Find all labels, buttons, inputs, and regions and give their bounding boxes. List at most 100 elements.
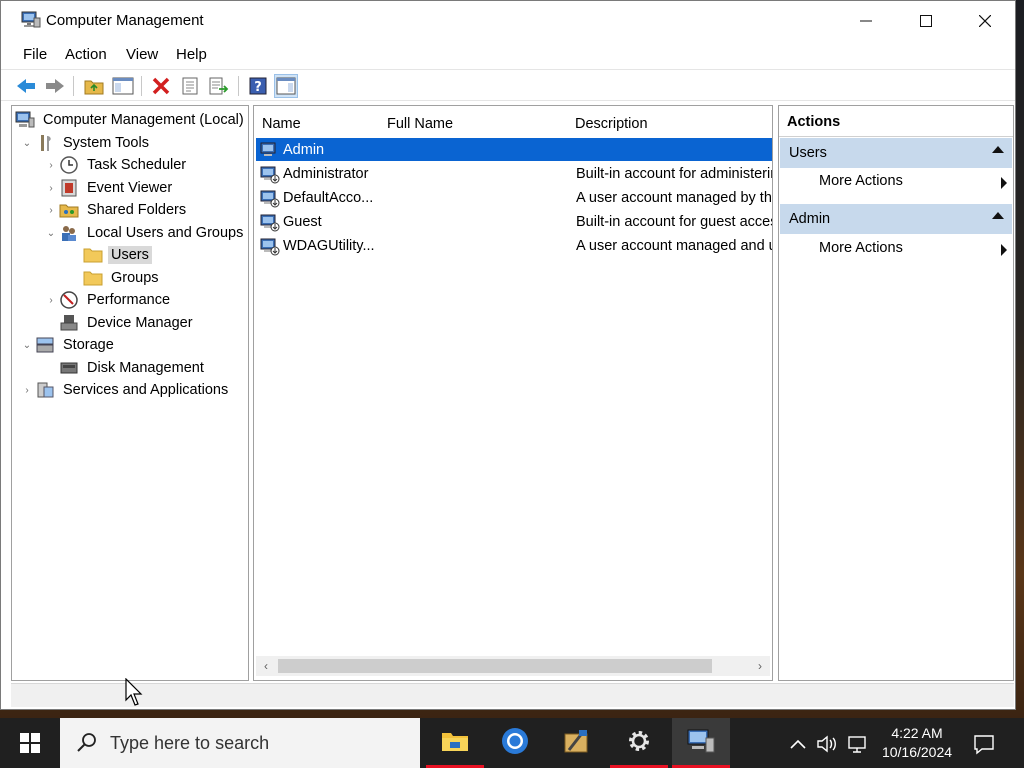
more-actions-admin[interactable]: More Actions [819,236,1011,262]
folder-icon [82,268,104,288]
tree-services-apps[interactable]: › Services and Applications [20,379,231,401]
taskbar-settings[interactable] [610,718,668,768]
tree-disk-management[interactable]: Disk Management [44,357,207,379]
mouse-cursor-icon [125,677,145,712]
event-viewer-icon [58,178,80,198]
row-description: Built-in account for administering the c… [576,165,772,182]
chevron-right-icon[interactable]: › [44,160,58,171]
folder-icon [82,245,104,265]
taskbar-search[interactable]: Type here to search [60,718,420,768]
notifications-icon[interactable] [972,732,996,756]
column-description[interactable]: Description [575,116,648,132]
tree-system-tools[interactable]: ⌄ System Tools [20,132,152,154]
title-bar[interactable]: Computer Management [1,1,1015,41]
show-hide-action-pane-icon[interactable] [274,74,298,98]
export-list-icon[interactable] [207,74,231,98]
tree-storage-label: Storage [63,337,114,353]
help-icon[interactable]: ? [246,74,270,98]
tree-groups[interactable]: Groups [68,267,162,289]
window-title: Computer Management [46,12,204,29]
search-icon [76,732,98,758]
tree-local-users-groups-label: Local Users and Groups [87,225,244,241]
tree-performance[interactable]: › Performance [44,289,173,311]
show-hidden-icons-chevron-up-icon[interactable] [786,732,810,756]
tree-local-users-groups[interactable]: ⌄ Local Users and Groups [44,222,246,244]
menu-view[interactable]: View [126,46,158,63]
collapse-up-icon[interactable] [992,212,1004,219]
tree-task-scheduler-label: Task Scheduler [87,157,187,173]
table-row[interactable]: DefaultAcco... A user account managed by… [256,186,772,209]
menu-file[interactable]: File [23,46,47,63]
tree-event-viewer[interactable]: › Event Viewer [44,177,175,199]
taskbar-app-3[interactable] [548,718,606,768]
search-placeholder: Type here to search [110,732,270,753]
taskbar-computer-management[interactable] [672,718,730,768]
minimize-button[interactable] [837,1,895,41]
network-icon[interactable] [846,732,870,756]
table-row[interactable]: Admin [256,138,772,161]
collapse-up-icon[interactable] [992,146,1004,153]
actions-section-admin[interactable]: Admin [780,204,1012,234]
start-button[interactable] [0,718,60,768]
menu-action[interactable]: Action [65,46,107,63]
tree-device-manager[interactable]: Device Manager [44,312,196,334]
up-folder-icon[interactable] [82,74,106,98]
menu-help[interactable]: Help [176,46,207,63]
tree-disk-management-label: Disk Management [87,360,204,376]
tree-users-label: Users [108,246,152,264]
tree-shared-folders-label: Shared Folders [87,202,187,218]
table-row[interactable]: Guest Built-in account for guest access … [256,210,772,233]
properties-icon[interactable] [178,74,202,98]
tree-event-viewer-label: Event Viewer [87,180,173,196]
maximize-button[interactable] [897,1,955,41]
table-row[interactable]: WDAGUtility... A user account managed an… [256,234,772,257]
tree-root[interactable]: Computer Management (Local) [14,109,247,131]
more-actions-users[interactable]: More Actions [819,169,1011,195]
tools-icon [563,728,591,758]
chevron-down-icon[interactable]: ⌄ [20,138,34,149]
scrollbar-thumb[interactable] [278,659,712,673]
taskbar-file-explorer[interactable] [426,718,484,768]
tree-users[interactable]: Users [68,244,152,266]
device-manager-icon [58,313,80,333]
column-name[interactable]: Name [262,116,301,132]
chevron-down-icon[interactable]: ⌄ [20,340,34,351]
services-icon [34,380,56,400]
scroll-left-icon[interactable]: ‹ [256,656,276,676]
actions-section-users[interactable]: Users [780,138,1012,168]
tools-icon [34,133,56,153]
horizontal-scrollbar[interactable]: ‹ › [256,656,770,676]
delete-icon[interactable] [149,74,173,98]
chevron-right-icon[interactable]: › [20,385,34,396]
taskbar-chrome[interactable] [486,718,544,768]
tree-storage[interactable]: ⌄ Storage [20,334,117,356]
volume-icon[interactable] [816,732,840,756]
tree-task-scheduler[interactable]: › Task Scheduler [44,154,189,176]
performance-icon [58,290,80,310]
taskbar: Type here to search 4:22 AM 10/16/2024 [0,718,1024,768]
menu-bar: File Action View Help [1,43,1015,67]
chevron-down-icon[interactable]: ⌄ [44,228,58,239]
tree-groups-label: Groups [111,270,159,286]
scroll-right-icon[interactable]: › [750,656,770,676]
user-icon [260,188,280,208]
clock-icon [58,155,80,175]
computer-management-icon [14,110,36,130]
show-hide-console-tree-icon[interactable] [111,74,135,98]
taskbar-clock[interactable]: 4:22 AM 10/16/2024 [872,724,962,762]
column-full-name[interactable]: Full Name [387,116,453,132]
row-name: WDAGUtility... [283,237,375,254]
close-button[interactable] [956,1,1014,41]
computer-management-icon [686,728,716,758]
chevron-right-icon[interactable]: › [44,295,58,306]
chevron-right-icon[interactable]: › [44,183,58,194]
table-row[interactable]: Administrator Built-in account for admin… [256,162,772,185]
back-arrow-icon[interactable] [14,74,38,98]
chevron-right-icon[interactable]: › [44,205,58,216]
tree-shared-folders[interactable]: › Shared Folders [44,199,189,221]
users-group-icon [58,223,80,243]
row-name: DefaultAcco... [283,189,374,206]
user-icon [260,212,280,232]
submenu-arrow-icon [1001,177,1007,189]
forward-arrow-icon[interactable] [43,74,67,98]
